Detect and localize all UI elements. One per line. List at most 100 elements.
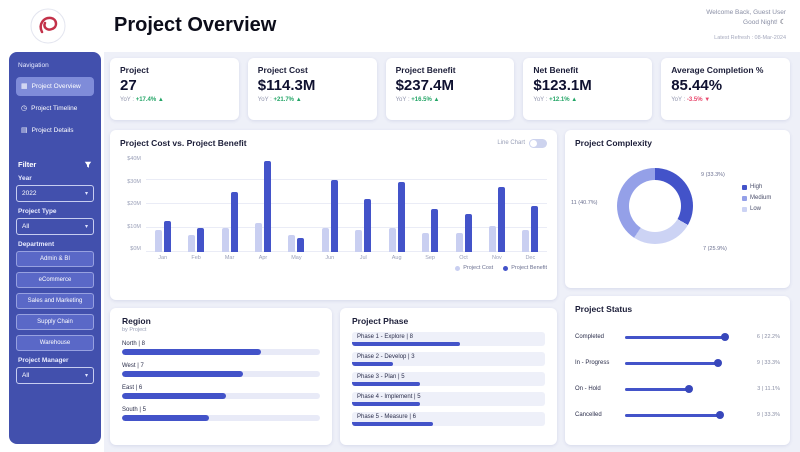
bar-project-cost[interactable] bbox=[488, 225, 496, 252]
region-row[interactable]: West | 7 bbox=[122, 363, 320, 377]
legend-item-medium[interactable]: Medium bbox=[742, 195, 771, 201]
sidebar-item-project-timeline[interactable]: ◷ Project Timeline bbox=[16, 99, 94, 118]
complexity-donut[interactable] bbox=[617, 168, 693, 244]
month-label: Oct bbox=[459, 255, 468, 261]
bar-project-benefit[interactable] bbox=[330, 180, 338, 252]
trend-up-icon: ▲ bbox=[157, 97, 164, 103]
bar-project-benefit[interactable] bbox=[197, 228, 205, 252]
sidebar-item-project-overview[interactable]: ▦ Project Overview bbox=[16, 77, 94, 96]
kpi-card-average-completion[interactable]: Average Completion % 85.44% YoY : -3.5% … bbox=[661, 58, 790, 120]
legend-item-high[interactable]: High bbox=[742, 184, 771, 190]
bar-group[interactable] bbox=[413, 156, 446, 252]
bar-project-benefit[interactable] bbox=[263, 160, 271, 252]
cost-benefit-months: Jan Feb Mar Apr May Jun Jul Aug Sep Oct Nov Dec bbox=[146, 255, 547, 261]
phase-bar-fill bbox=[352, 342, 461, 346]
bar-group[interactable] bbox=[280, 156, 313, 252]
bar-group[interactable] bbox=[313, 156, 346, 252]
card-title: Project Complexity bbox=[575, 138, 652, 148]
bar-project-benefit[interactable] bbox=[364, 199, 372, 252]
phase-rows: Phase 1 - Explore | 8 Phase 2 - Develop |… bbox=[352, 332, 545, 426]
region-bar-track bbox=[122, 371, 320, 377]
overview-grid-icon: ▦ bbox=[21, 83, 28, 90]
phase-bar-fill bbox=[352, 422, 434, 426]
details-list-icon: ▤ bbox=[21, 127, 28, 134]
donut-callout-medium: 11 (40.7%) bbox=[571, 200, 598, 206]
legend-project-benefit[interactable]: Project Benefit bbox=[503, 265, 547, 271]
region-row[interactable]: East | 6 bbox=[122, 385, 320, 399]
kpi-yoy: YoY : +16.5% ▲ bbox=[395, 97, 440, 103]
kpi-title: Project bbox=[120, 65, 149, 75]
bar-project-cost[interactable] bbox=[288, 235, 296, 252]
line-chart-toggle[interactable] bbox=[529, 138, 547, 148]
bar-project-cost[interactable] bbox=[188, 235, 196, 252]
region-rows: North | 8 West | 7 East | 6 South | 5 bbox=[122, 341, 320, 421]
phase-row[interactable]: Phase 5 - Measure | 6 bbox=[352, 412, 545, 426]
department-ecommerce-button[interactable]: eCommerce bbox=[16, 272, 94, 288]
bar-project-benefit[interactable] bbox=[163, 220, 171, 252]
bar-project-cost[interactable] bbox=[422, 232, 430, 252]
bar-group[interactable] bbox=[146, 156, 179, 252]
legend-item-low[interactable]: Low bbox=[742, 206, 771, 212]
phase-row[interactable]: Phase 4 - Implement | 5 bbox=[352, 392, 545, 406]
bar-group[interactable] bbox=[246, 156, 279, 252]
month-label: Jul bbox=[359, 255, 367, 261]
department-sales-marketing-button[interactable]: Sales and Marketing bbox=[16, 293, 94, 309]
status-row[interactable]: Cancelled 9 | 33.3% bbox=[575, 411, 780, 419]
kpi-card-project[interactable]: Project 27 YoY : +17.4% ▲ bbox=[110, 58, 239, 120]
status-row[interactable]: Completed 6 | 22.2% bbox=[575, 333, 780, 341]
year-select[interactable]: 2022 ▾ bbox=[16, 185, 94, 202]
bar-project-cost[interactable] bbox=[321, 228, 329, 252]
legend-dot-icon bbox=[503, 265, 509, 271]
bar-group[interactable] bbox=[179, 156, 212, 252]
kpi-card-project-benefit[interactable]: Project Benefit $237.4M YoY : +16.5% ▲ bbox=[385, 58, 515, 120]
status-row[interactable]: In - Progress 9 | 33.3% bbox=[575, 359, 780, 367]
phase-row[interactable]: Phase 1 - Explore | 8 bbox=[352, 332, 545, 346]
complexity-legend: High Medium Low bbox=[742, 184, 771, 217]
bar-project-cost[interactable] bbox=[388, 228, 396, 252]
kpi-card-project-cost[interactable]: Project Cost $114.3M YoY : +21.7% ▲ bbox=[247, 58, 377, 120]
legend-swatch-icon bbox=[742, 184, 747, 190]
bar-group[interactable] bbox=[213, 156, 246, 252]
bar-project-benefit[interactable] bbox=[464, 213, 472, 252]
sidebar-item-label: Project Details bbox=[31, 127, 74, 134]
phase-bar-label: Phase 2 - Develop | 3 bbox=[357, 354, 415, 360]
month-label: Apr bbox=[258, 255, 268, 261]
project-manager-select-value: All bbox=[22, 372, 30, 379]
bar-project-benefit[interactable] bbox=[497, 187, 505, 252]
project-type-select[interactable]: All ▾ bbox=[16, 218, 94, 235]
kpi-card-net-benefit[interactable]: Net Benefit $123.1M YoY : +12.1% ▲ bbox=[523, 58, 653, 120]
bar-project-benefit[interactable] bbox=[230, 192, 238, 252]
bar-group[interactable] bbox=[380, 156, 413, 252]
cost-benefit-legend: Project Cost Project Benefit bbox=[120, 265, 547, 271]
legend-dot-icon bbox=[455, 265, 461, 271]
project-manager-select[interactable]: All ▾ bbox=[16, 367, 94, 384]
bar-project-cost[interactable] bbox=[254, 223, 262, 252]
status-line bbox=[625, 333, 729, 341]
region-bar-label: East | 6 bbox=[122, 385, 143, 391]
region-row[interactable]: North | 8 bbox=[122, 341, 320, 355]
department-warehouse-button[interactable]: Warehouse bbox=[16, 335, 94, 351]
bar-project-benefit[interactable] bbox=[531, 206, 539, 252]
bar-project-benefit[interactable] bbox=[397, 182, 405, 252]
bar-group[interactable] bbox=[347, 156, 380, 252]
department-admin-bi-button[interactable]: Admin & BI bbox=[16, 251, 94, 267]
status-row[interactable]: On - Hold 3 | 11.1% bbox=[575, 385, 780, 393]
bar-group[interactable] bbox=[447, 156, 480, 252]
phase-row[interactable]: Phase 3 - Plan | 5 bbox=[352, 372, 545, 386]
bar-group[interactable] bbox=[514, 156, 547, 252]
legend-project-cost[interactable]: Project Cost bbox=[455, 265, 493, 271]
phase-row[interactable]: Phase 2 - Develop | 3 bbox=[352, 352, 545, 366]
department-supply-chain-button[interactable]: Supply Chain bbox=[16, 314, 94, 330]
bar-project-benefit[interactable] bbox=[297, 237, 305, 252]
sidebar-item-project-details[interactable]: ▤ Project Details bbox=[16, 121, 94, 140]
bar-project-cost[interactable] bbox=[455, 232, 463, 252]
bar-group[interactable] bbox=[480, 156, 513, 252]
cost-benefit-card: Project Cost vs. Project Benefit Line Ch… bbox=[110, 130, 557, 300]
month-label: May bbox=[291, 255, 302, 261]
bar-project-cost[interactable] bbox=[221, 228, 229, 252]
bar-project-benefit[interactable] bbox=[431, 208, 439, 252]
bar-project-cost[interactable] bbox=[522, 230, 530, 252]
bar-project-cost[interactable] bbox=[355, 230, 363, 252]
region-row[interactable]: South | 5 bbox=[122, 407, 320, 421]
bar-project-cost[interactable] bbox=[154, 230, 162, 252]
